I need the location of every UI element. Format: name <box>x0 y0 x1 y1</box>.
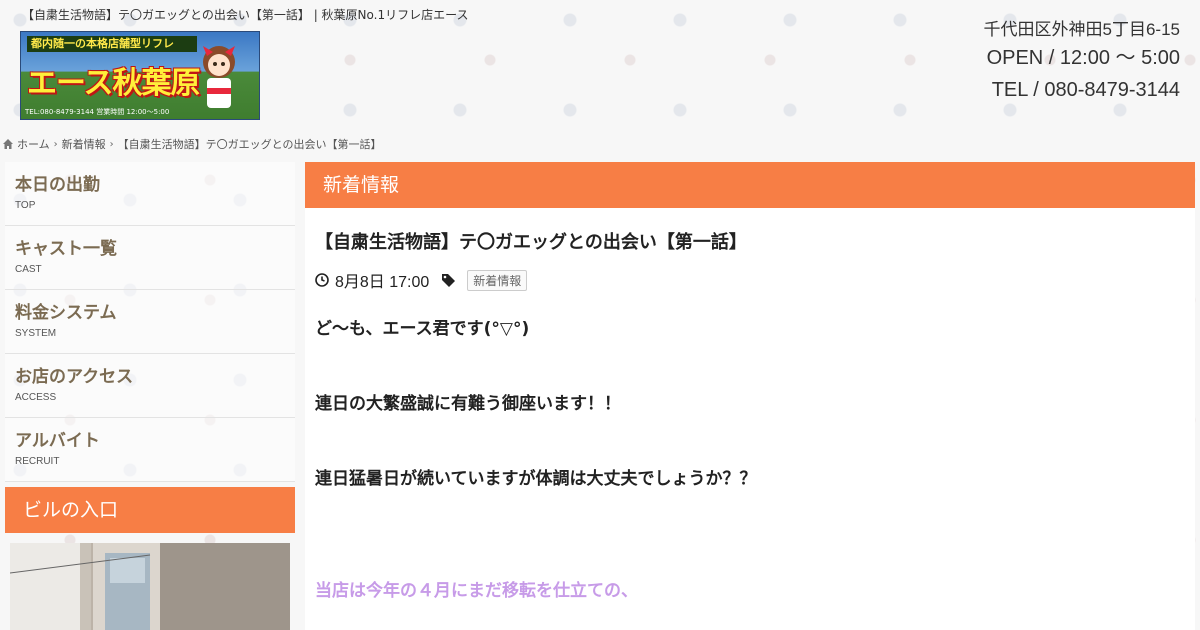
building-entrance-photo <box>10 543 290 630</box>
post-category-tag[interactable]: 新着情報 <box>467 269 528 291</box>
mascot-illustration <box>203 46 235 108</box>
main-content: 新着情報 【自粛生活物語】テ〇ガエッグとの出会い【第一話】 8月8日 17:00… <box>305 162 1195 630</box>
logo-wordmark: エース秋葉原 <box>27 66 200 101</box>
logo-tagline: 都内随一の本格店舗型リフレ <box>27 36 197 52</box>
page-title: 【自粛生活物語】テ〇ガエッグとの出会い【第一話】 | 秋葉原No.1リフレ店エー… <box>22 8 469 22</box>
post-meta: 8月8日 17:00 新着情報 <box>315 268 1195 292</box>
sidebar: 本日の出勤 TOP キャスト一覧 CAST 料金システム SYSTEM お店のア… <box>5 162 295 630</box>
shop-phone[interactable]: TEL / 080-8479-3144 <box>984 74 1180 106</box>
sidebar-item-label: 本日の出勤 <box>15 175 100 195</box>
sidebar-item-label: 料金システム <box>15 303 117 323</box>
shop-info: 千代田区外神田5丁目6-15 OPEN / 12:00 ～ 5:00 TEL /… <box>984 18 1180 106</box>
post-paragraph-highlight: 当店は今年の４月にまだ移転を仕立ての、 <box>315 581 638 601</box>
shop-address: 千代田区外神田5丁目6-15 <box>983 20 1180 39</box>
sidebar-item-system[interactable]: 料金システム SYSTEM <box>5 290 295 354</box>
chevron-right-icon: › <box>109 138 114 150</box>
clock-icon <box>315 273 329 287</box>
logo-tel: TEL:080-8479-3144 営業時間 12:00〜5:00 <box>25 108 170 116</box>
building-photo-illustration <box>10 543 290 630</box>
breadcrumb-home[interactable]: ホーム <box>17 136 50 152</box>
sidebar-item-recruit[interactable]: アルバイト RECRUIT <box>5 418 295 482</box>
sidebar-item-label: アルバイト <box>15 431 100 451</box>
sidebar-item-today[interactable]: 本日の出勤 TOP <box>5 162 295 226</box>
sidebar-item-sublabel: ACCESS <box>15 392 57 403</box>
post-title: 【自粛生活物語】テ〇ガエッグとの出会い【第一話】 <box>315 232 747 253</box>
site-logo[interactable]: 都内随一の本格店舗型リフレ エース秋葉原 TEL:080-8479-3144 営… <box>20 31 260 120</box>
sidebar-item-sublabel: TOP <box>15 200 36 211</box>
building-entrance-heading: ビルの入口 <box>5 487 295 533</box>
sidebar-item-access[interactable]: お店のアクセス ACCESS <box>5 354 295 418</box>
breadcrumb-news[interactable]: 新着情報 <box>62 136 106 152</box>
post-date: 8月8日 17:00 <box>335 274 430 291</box>
sidebar-item-label: キャスト一覧 <box>15 239 117 259</box>
sidebar-item-sublabel: RECRUIT <box>15 456 60 467</box>
post-paragraph: 連日の大繁盛誠に有難う御座います！！ <box>315 394 621 414</box>
breadcrumb: ホーム › 新着情報 › 【自粛生活物語】テ〇ガエッグとの出会い【第一話】 <box>3 136 382 152</box>
sidebar-item-label: お店のアクセス <box>15 367 134 387</box>
home-icon <box>3 139 13 149</box>
post-paragraph: 連日猛暑日が続いていますが体調は大丈夫でしょうか？？ <box>315 469 757 489</box>
chevron-right-icon: › <box>53 138 58 150</box>
tag-icon <box>442 274 456 287</box>
breadcrumb-current: 【自粛生活物語】テ〇ガエッグとの出会い【第一話】 <box>117 138 382 151</box>
post-paragraph: ど〜も、エース君です(°▽°) <box>315 319 530 339</box>
section-heading: 新着情報 <box>305 162 1195 208</box>
sidebar-item-sublabel: SYSTEM <box>15 328 57 339</box>
sidebar-item-cast[interactable]: キャスト一覧 CAST <box>5 226 295 290</box>
shop-hours: OPEN / 12:00 ～ 5:00 <box>986 47 1180 69</box>
sidebar-item-sublabel: CAST <box>15 264 42 275</box>
